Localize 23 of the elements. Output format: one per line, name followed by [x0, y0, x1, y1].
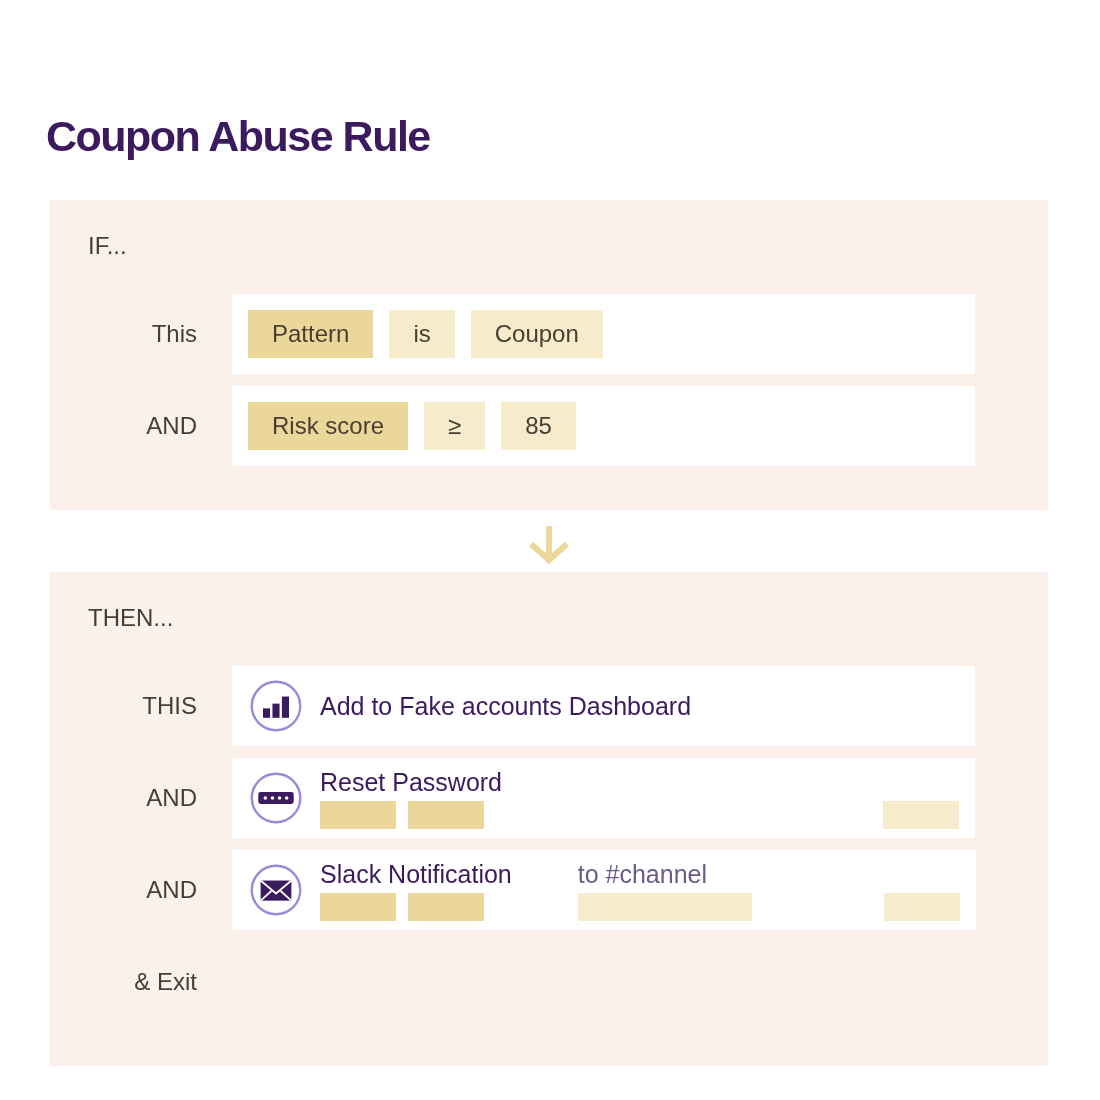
section-heading: THEN... — [88, 604, 175, 632]
row-label: AND — [145, 876, 197, 904]
condition-chip[interactable]: Pattern — [248, 310, 374, 358]
rule-title: Coupon Abuse Rule — [46, 111, 431, 162]
bar-chart-icon — [250, 680, 302, 732]
condition-chip[interactable]: ≥ — [424, 402, 486, 450]
envelope-icon — [250, 864, 302, 916]
condition-chip[interactable]: 85 — [501, 402, 576, 450]
down-arrow-icon — [527, 524, 571, 564]
row-label: This — [150, 320, 197, 348]
action-title: Slack Notification — [320, 859, 512, 889]
section-heading: IF... — [88, 232, 128, 260]
row-label: THIS — [141, 692, 197, 720]
condition-chip[interactable]: Risk score — [248, 402, 409, 450]
action-title: Reset Password — [320, 767, 503, 797]
row-label: AND — [145, 412, 197, 440]
row-label: AND — [145, 784, 197, 812]
channel-label: to #channel — [577, 859, 709, 889]
password-icon — [250, 772, 302, 824]
condition-chip[interactable]: Coupon — [470, 310, 603, 358]
row-label: & Exit — [133, 968, 197, 996]
action-title: Add to Fake accounts Dashboard — [320, 691, 692, 721]
condition-chip[interactable]: is — [389, 310, 455, 358]
